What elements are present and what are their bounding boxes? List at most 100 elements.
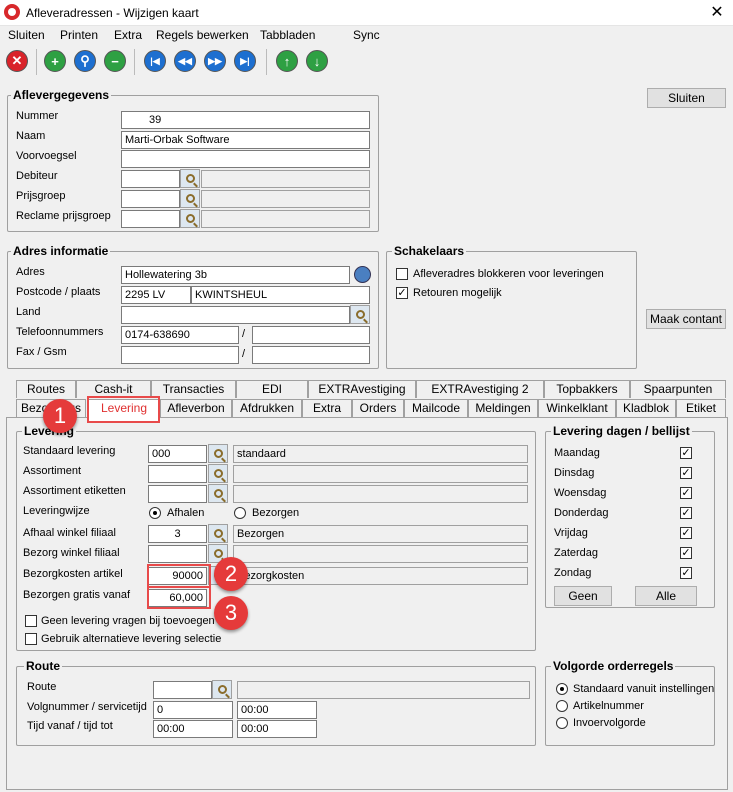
debiteur-field[interactable] bbox=[121, 170, 180, 188]
land-lookup-icon[interactable] bbox=[350, 305, 370, 324]
volgnummer-field[interactable]: 0 bbox=[153, 701, 233, 719]
first-record-icon[interactable]: |◀ bbox=[144, 50, 166, 72]
volgorde-title: Volgorde orderregels bbox=[551, 659, 676, 673]
tab-spaarpunten[interactable]: Spaarpunten bbox=[630, 380, 726, 398]
afhalen-radio[interactable] bbox=[149, 507, 161, 519]
tab-extravestiging[interactable]: EXTRAvestiging bbox=[308, 380, 416, 398]
fax-field[interactable] bbox=[121, 346, 239, 364]
volgorde-invoer-radio[interactable] bbox=[556, 717, 568, 729]
prijsgroep-lookup-icon[interactable] bbox=[180, 189, 200, 208]
voorvoegsel-field[interactable] bbox=[121, 150, 370, 168]
tijd-vanaf-field[interactable]: 00:00 bbox=[153, 720, 233, 738]
bezorgkosten-highlight bbox=[147, 564, 211, 588]
tab-kladblok[interactable]: Kladblok bbox=[616, 399, 676, 417]
tab-afleverbon[interactable]: Afleverbon bbox=[160, 399, 232, 417]
afhalen-label: Afhalen bbox=[167, 507, 205, 519]
geen-levering-checkbox[interactable] bbox=[25, 615, 37, 627]
assortiment-etiketten-lookup-icon[interactable] bbox=[208, 484, 228, 503]
next-record-icon[interactable]: ▶▶ bbox=[204, 50, 226, 72]
close-button[interactable]: Sluiten bbox=[647, 88, 726, 108]
day-checkbox[interactable]: ✓ bbox=[680, 467, 692, 479]
naam-field[interactable]: Marti-Orbak Software bbox=[121, 131, 370, 149]
reclame-field[interactable] bbox=[121, 210, 180, 228]
day-checkbox[interactable]: ✓ bbox=[680, 567, 692, 579]
day-checkbox[interactable]: ✓ bbox=[680, 507, 692, 519]
toolbar-separator bbox=[266, 49, 267, 75]
tab-transacties[interactable]: Transacties bbox=[151, 380, 236, 398]
debiteur-lookup-icon[interactable] bbox=[180, 169, 200, 188]
tab-routes[interactable]: Routes bbox=[16, 380, 76, 398]
maak-contant-button[interactable]: Maak contant bbox=[646, 309, 726, 329]
standaard-levering-field[interactable]: 000 bbox=[148, 445, 207, 463]
assortiment-field[interactable] bbox=[148, 465, 207, 483]
tab-afdrukken[interactable]: Afdrukken bbox=[232, 399, 302, 417]
tab-etiket[interactable]: Etiket bbox=[676, 399, 726, 417]
day-checkbox[interactable]: ✓ bbox=[680, 447, 692, 459]
window-close-icon[interactable]: ✕ bbox=[704, 2, 730, 24]
tab-winkelklant[interactable]: Winkelklant bbox=[538, 399, 616, 417]
adres-field[interactable]: Hollewatering 3b bbox=[121, 266, 350, 284]
previous-record-icon[interactable]: ◀◀ bbox=[174, 50, 196, 72]
last-record-icon[interactable]: ▶| bbox=[234, 50, 256, 72]
telefoon2-field[interactable] bbox=[252, 326, 370, 344]
tijd-tot-field[interactable]: 00:00 bbox=[237, 720, 317, 738]
nummer-field[interactable]: 39 bbox=[121, 111, 370, 129]
tab-edi[interactable]: EDI bbox=[236, 380, 308, 398]
blokkeren-checkbox[interactable] bbox=[396, 268, 408, 280]
volgorde-standaard-radio[interactable] bbox=[556, 683, 568, 695]
menu-printen[interactable]: Printen bbox=[60, 28, 98, 42]
afhaal-filiaal-field[interactable]: 3 bbox=[148, 525, 207, 543]
gratis-vanaf-highlight bbox=[147, 586, 211, 609]
geen-levering-label: Geen levering vragen bij toevoegen order bbox=[41, 615, 244, 627]
cancel-icon[interactable]: ✕ bbox=[6, 50, 28, 72]
day-checkbox[interactable]: ✓ bbox=[680, 487, 692, 499]
alternatieve-checkbox[interactable] bbox=[25, 633, 37, 645]
postcode-field[interactable]: 2295 LV bbox=[121, 286, 191, 304]
afhaal-filiaal-lookup-icon[interactable] bbox=[208, 524, 228, 543]
geen-button[interactable]: Geen bbox=[554, 586, 612, 606]
day-checkbox[interactable]: ✓ bbox=[680, 547, 692, 559]
step-3-badge: 3 bbox=[214, 596, 248, 630]
alle-button[interactable]: Alle bbox=[635, 586, 697, 606]
search-icon[interactable]: ⚲ bbox=[74, 50, 96, 72]
plaats-field[interactable]: KWINTSHEUL bbox=[191, 286, 370, 304]
menu-sync[interactable]: Sync bbox=[353, 28, 380, 42]
menu-sluiten[interactable]: Sluiten bbox=[8, 28, 45, 42]
assortiment-lookup-icon[interactable] bbox=[208, 464, 228, 483]
bezorgen-radio[interactable] bbox=[234, 507, 246, 519]
add-icon[interactable]: + bbox=[44, 50, 66, 72]
gsm-field[interactable] bbox=[252, 346, 370, 364]
assortiment-etiketten-field[interactable] bbox=[148, 485, 207, 503]
blokkeren-label: Afleveradres blokkeren voor leveringen bbox=[413, 268, 604, 280]
remove-icon[interactable]: − bbox=[104, 50, 126, 72]
tab-extra[interactable]: Extra bbox=[302, 399, 352, 417]
tab-extravestiging-2[interactable]: EXTRAvestiging 2 bbox=[416, 380, 544, 398]
reclame-lookup-icon[interactable] bbox=[180, 209, 200, 228]
route-field[interactable] bbox=[153, 681, 212, 699]
arrow-down-icon[interactable]: ↓ bbox=[306, 50, 328, 72]
arrow-up-icon[interactable]: ↑ bbox=[276, 50, 298, 72]
servicetijd-field[interactable]: 00:00 bbox=[237, 701, 317, 719]
voorvoegsel-label: Voorvoegsel bbox=[16, 150, 77, 162]
bezorgkosten-description: Bezorgkosten bbox=[233, 567, 528, 585]
assortiment-label: Assortiment bbox=[23, 465, 82, 477]
step-1-badge: 1 bbox=[43, 399, 77, 433]
tab-orders[interactable]: Orders bbox=[352, 399, 404, 417]
land-field[interactable] bbox=[121, 306, 350, 324]
bezorg-filiaal-field[interactable] bbox=[148, 545, 207, 563]
levering-tab-highlight bbox=[87, 396, 160, 423]
tab-meldingen[interactable]: Meldingen bbox=[468, 399, 538, 417]
tab-topbakkers[interactable]: Topbakkers bbox=[544, 380, 630, 398]
volgorde-artikelnummer-radio[interactable] bbox=[556, 700, 568, 712]
menu-extra[interactable]: Extra bbox=[114, 28, 142, 42]
telefoon-field[interactable]: 0174-638690 bbox=[121, 326, 239, 344]
tab-mailcode[interactable]: Mailcode bbox=[404, 399, 468, 417]
day-checkbox[interactable]: ✓ bbox=[680, 527, 692, 539]
prijsgroep-field[interactable] bbox=[121, 190, 180, 208]
menu-regels-bewerken[interactable]: Regels bewerken bbox=[156, 28, 249, 42]
menu-tabbladen[interactable]: Tabbladen bbox=[260, 28, 315, 42]
route-lookup-icon[interactable] bbox=[212, 680, 232, 699]
retouren-checkbox[interactable]: ✓ bbox=[396, 287, 408, 299]
standaard-levering-lookup-icon[interactable] bbox=[208, 444, 228, 463]
globe-icon[interactable] bbox=[354, 266, 371, 283]
